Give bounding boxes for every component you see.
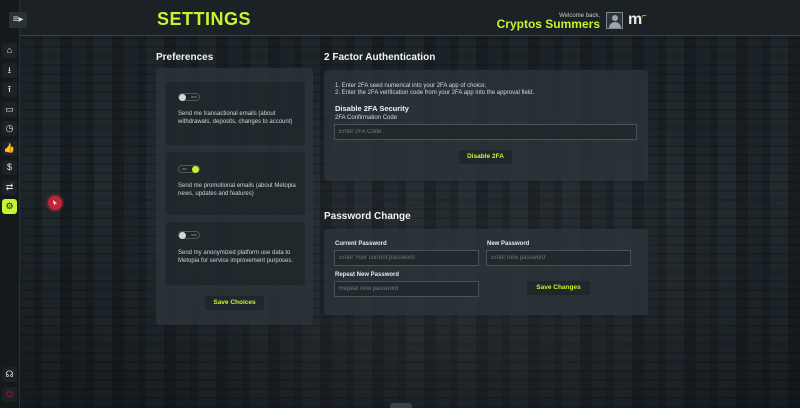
power-icon[interactable]: ⏻ xyxy=(2,387,17,402)
metopia-logo: m ⌐ xyxy=(628,11,647,28)
avatar[interactable] xyxy=(606,12,623,29)
settings-icon[interactable]: ⚙ xyxy=(2,199,17,214)
promotional-toggle[interactable]: ON xyxy=(178,165,200,173)
preferences-title: Preferences xyxy=(156,52,214,63)
preference-card-transactional: OFF Send me transactional emails (about … xyxy=(166,82,305,145)
twofa-code-input[interactable] xyxy=(334,124,637,140)
download-icon[interactable]: ⭳ xyxy=(2,63,17,78)
new-password-input[interactable] xyxy=(486,250,631,266)
anonymized-toggle[interactable]: OFF xyxy=(178,231,200,239)
preference-card-anonymized: OFF Send my anonymized platform use data… xyxy=(166,222,305,285)
save-choices-button[interactable]: Save Choices xyxy=(205,296,264,310)
new-password-label: New Password xyxy=(487,241,530,247)
headset-icon[interactable]: ☊ xyxy=(2,367,17,382)
save-changes-button[interactable]: Save Changes xyxy=(527,281,590,295)
folder-icon[interactable]: ▭ xyxy=(2,102,17,117)
disable-2fa-title: Disable 2FA Security xyxy=(335,104,409,113)
dollar-icon[interactable]: $ xyxy=(2,160,17,175)
twofa-instructions: 1. Enter 2FA seed numerical into your 2F… xyxy=(335,83,535,96)
twofa-code-label: 2FA Confirmation Code xyxy=(335,115,398,121)
home-icon[interactable]: ⌂ xyxy=(2,43,17,58)
password-change-title: Password Change xyxy=(324,211,411,222)
repeat-password-label: Repeat New Password xyxy=(335,272,400,278)
current-password-label: Current Password xyxy=(335,241,387,247)
username: Cryptos Summers xyxy=(496,17,600,31)
transactional-text: Send me transactional emails (about with… xyxy=(178,111,293,125)
disable-2fa-button[interactable]: Disable 2FA xyxy=(459,150,512,164)
top-bar xyxy=(20,0,800,36)
repeat-password-input[interactable] xyxy=(334,281,479,297)
upload-icon[interactable]: ⭱ xyxy=(2,82,17,97)
anonymized-text: Send my anonymized platform use data to … xyxy=(178,250,294,264)
thumbs-up-icon[interactable]: 👍 xyxy=(2,141,17,156)
twofa-title: 2 Factor Authentication xyxy=(324,52,436,63)
sidebar-toggle-button[interactable]: ≡▸ xyxy=(9,12,27,28)
history-icon[interactable]: ◷ xyxy=(2,121,17,136)
current-password-input[interactable] xyxy=(334,250,479,266)
sidebar: ⌂ ⭳ ⭱ ▭ ◷ 👍 $ ⇄ ⚙ ☊ ⏻ xyxy=(0,0,20,408)
preference-card-promotional: ON Send me promotional emails (about Met… xyxy=(166,152,305,215)
page-title: SETTINGS xyxy=(157,9,252,29)
mouse-cursor-icon xyxy=(48,196,62,210)
promotional-text: Send me promotional emails (about Metopi… xyxy=(178,183,296,197)
scroll-handle[interactable] xyxy=(390,403,412,408)
transfer-icon[interactable]: ⇄ xyxy=(2,180,17,195)
transactional-toggle[interactable]: OFF xyxy=(178,93,200,101)
